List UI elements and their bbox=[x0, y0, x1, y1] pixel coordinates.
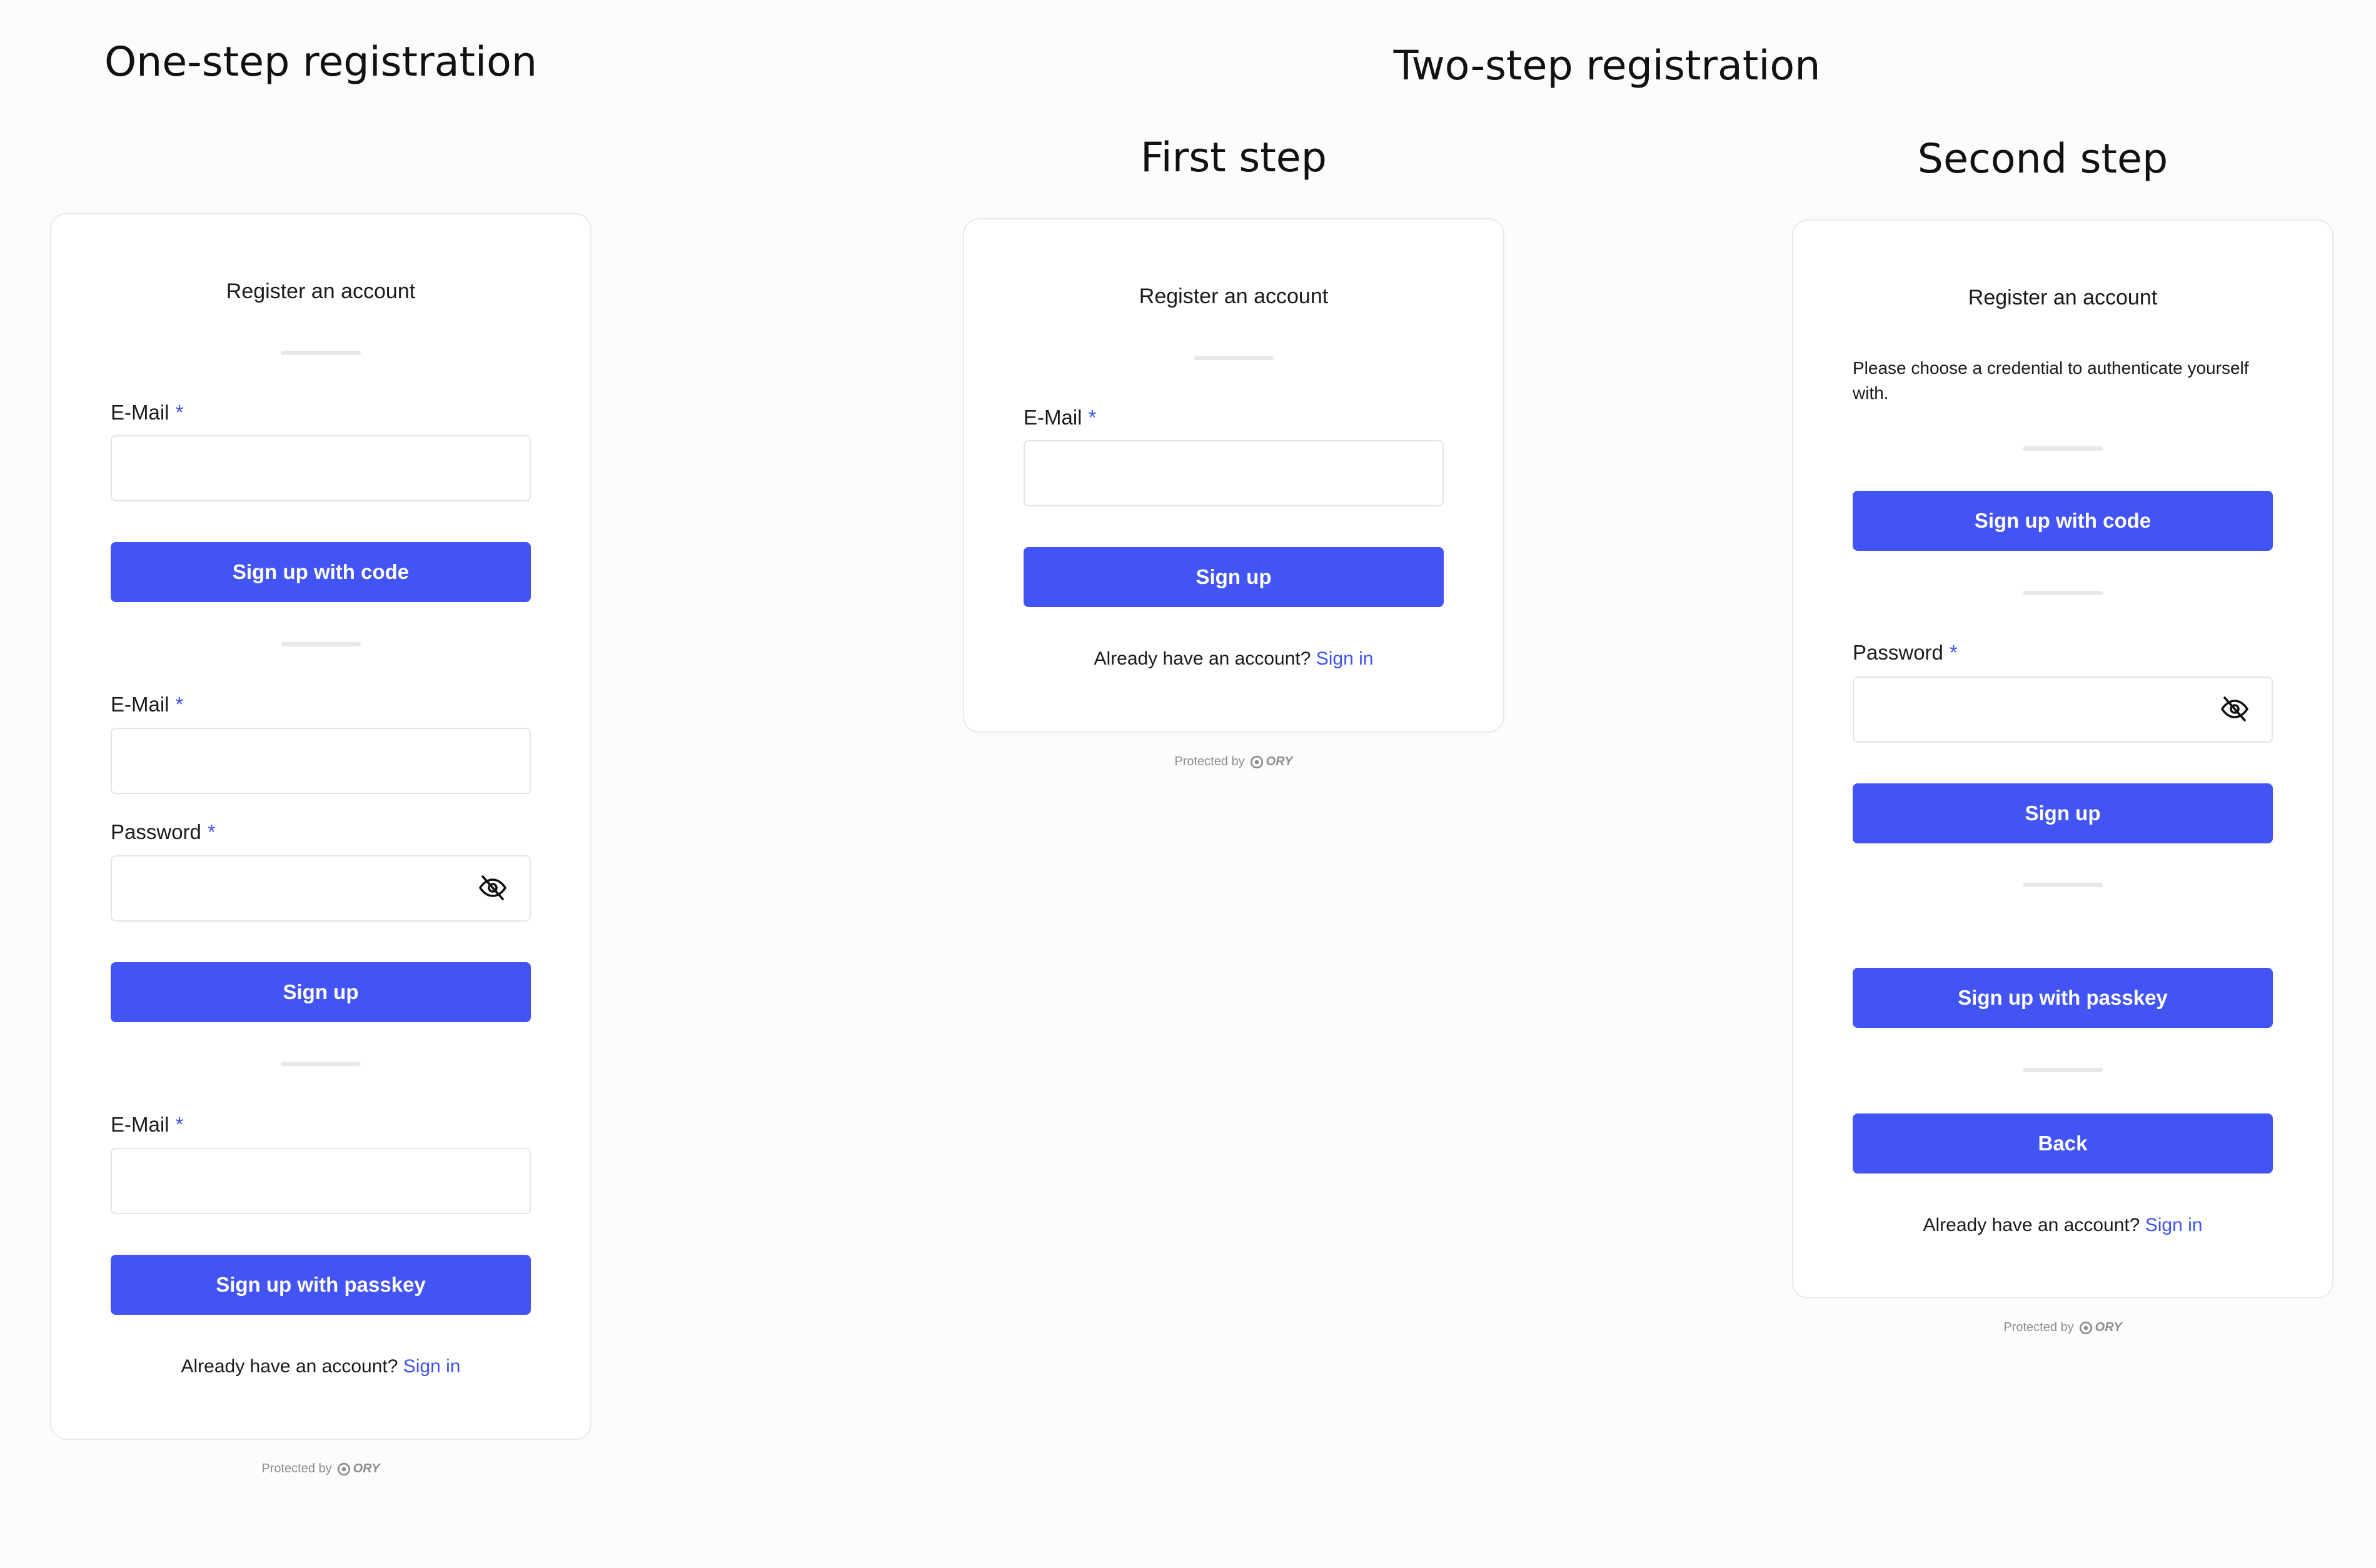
sign-up-button[interactable]: Sign up bbox=[1024, 547, 1444, 607]
eye-off-icon[interactable] bbox=[2220, 694, 2250, 724]
sign-up-button[interactable]: Sign up bbox=[1853, 783, 2273, 843]
sign-up-with-passkey-button[interactable]: Sign up with passkey bbox=[111, 1255, 531, 1315]
ory-brand: ORY bbox=[353, 1462, 380, 1475]
sign-up-with-code-button[interactable]: Sign up with code bbox=[1853, 491, 2273, 551]
ory-logo-icon bbox=[337, 1462, 350, 1475]
ory-logo-icon bbox=[1250, 755, 1263, 768]
email-field[interactable] bbox=[1024, 440, 1444, 506]
second-step-registration-card: Register an account Please choose a cred… bbox=[1792, 219, 2333, 1299]
email-label: E-Mail * bbox=[111, 401, 184, 424]
protected-by-badge: Protected by ORY bbox=[2003, 1320, 2122, 1334]
credential-instructions: Please choose a credential to authentica… bbox=[1853, 358, 2249, 403]
divider bbox=[2023, 591, 2103, 595]
sign-in-prompt: Already have an account? Sign in bbox=[1094, 648, 1374, 669]
ory-brand: ORY bbox=[1266, 755, 1293, 768]
divider bbox=[2023, 1068, 2103, 1072]
divider bbox=[2023, 883, 2103, 887]
sign-up-with-code-button[interactable]: Sign up with code bbox=[111, 542, 531, 602]
sign-up-with-passkey-button[interactable]: Sign up with passkey bbox=[1853, 968, 2273, 1028]
divider bbox=[281, 351, 361, 355]
first-step-registration-card: Register an account E-Mail * Sign up Alre… bbox=[963, 218, 1504, 733]
sign-in-link[interactable]: Sign in bbox=[403, 1356, 461, 1377]
divider bbox=[2023, 446, 2103, 451]
card-title: Register an account bbox=[226, 279, 416, 303]
sign-up-button[interactable]: Sign up bbox=[111, 962, 531, 1022]
eye-off-icon[interactable] bbox=[478, 873, 508, 903]
email-label: E-Mail * bbox=[1024, 406, 1097, 429]
one-step-registration-card: Register an account E-Mail * Sign up with… bbox=[50, 213, 591, 1440]
password-field[interactable] bbox=[111, 855, 531, 922]
sign-in-prompt: Already have an account? Sign in bbox=[181, 1356, 461, 1377]
ory-logo-icon bbox=[2079, 1321, 2092, 1334]
email-field[interactable] bbox=[111, 728, 531, 794]
password-label: Password * bbox=[111, 820, 216, 843]
password-field[interactable] bbox=[1853, 676, 2273, 743]
password-label: Password * bbox=[1853, 641, 1958, 664]
email-label: E-Mail * bbox=[111, 1113, 184, 1136]
protected-by-badge: Protected by ORY bbox=[1174, 755, 1293, 768]
divider bbox=[1194, 356, 1274, 360]
divider bbox=[281, 642, 361, 646]
email-label: E-Mail * bbox=[111, 693, 184, 716]
second-step-heading: Second step bbox=[1917, 136, 2168, 183]
card-title: Register an account bbox=[1139, 284, 1329, 308]
sign-in-prompt: Already have an account? Sign in bbox=[1923, 1215, 2203, 1235]
first-step-heading: First step bbox=[1140, 134, 1327, 181]
card-title: Register an account bbox=[1968, 286, 2158, 309]
back-button[interactable]: Back bbox=[1853, 1113, 2273, 1173]
protected-by-badge: Protected by ORY bbox=[261, 1462, 380, 1475]
email-field[interactable] bbox=[111, 435, 531, 501]
sign-in-link[interactable]: Sign in bbox=[1316, 648, 1374, 669]
one-step-heading: One-step registration bbox=[104, 39, 538, 86]
ory-brand: ORY bbox=[2095, 1320, 2122, 1334]
divider bbox=[281, 1062, 361, 1066]
sign-in-link[interactable]: Sign in bbox=[2145, 1215, 2203, 1235]
email-field[interactable] bbox=[111, 1148, 531, 1214]
two-step-heading: Two-step registration bbox=[1393, 43, 1821, 89]
